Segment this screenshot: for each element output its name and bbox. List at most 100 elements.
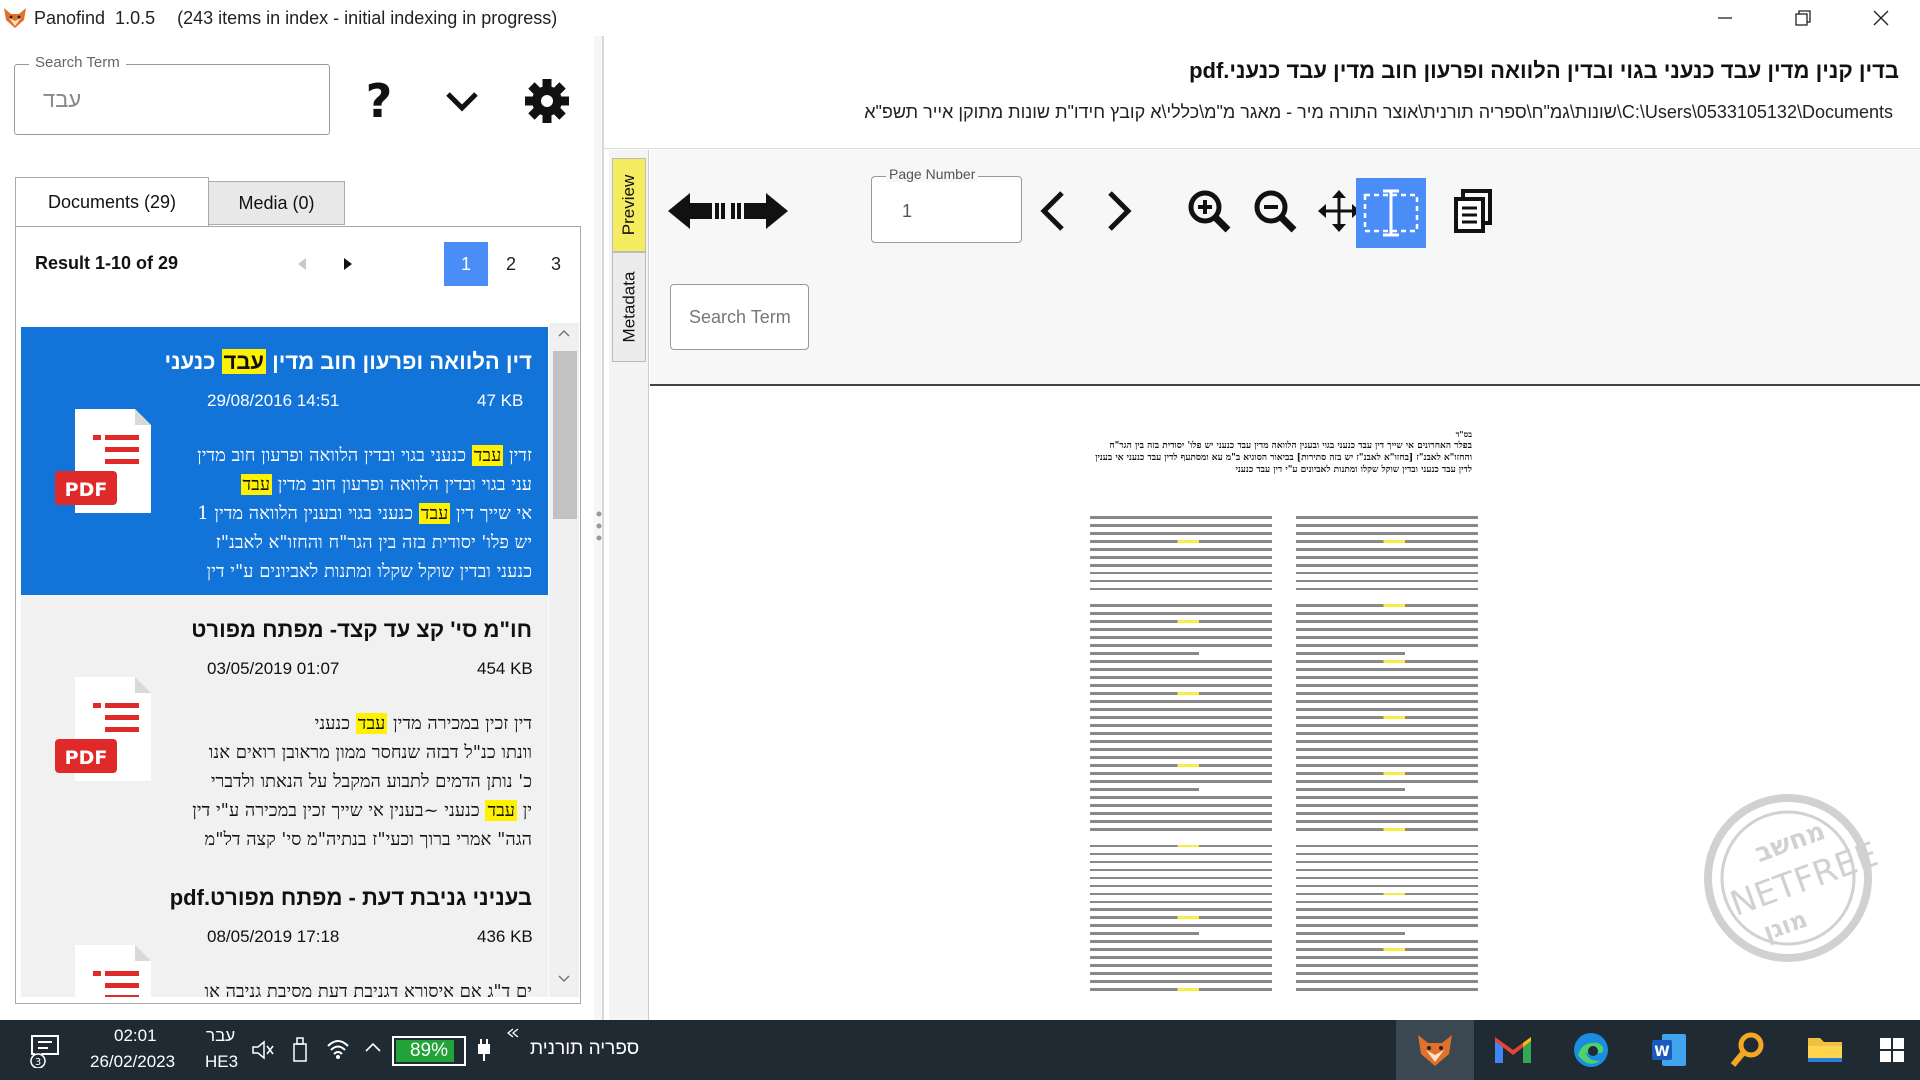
zoom-in-button[interactable] xyxy=(1184,188,1234,234)
preview-search-input[interactable]: Search Term xyxy=(670,284,809,350)
result-item[interactable]: דין הלוואה ופרעון חוב מדין עבד כנעני 29/… xyxy=(21,327,548,595)
page-number-input[interactable]: Page Number 1 xyxy=(871,166,1022,243)
tab-media[interactable]: Media (0) xyxy=(208,181,345,225)
pdf-text-line xyxy=(1296,523,1478,527)
pdf-text-line xyxy=(1296,988,1478,991)
language-code[interactable]: HE3 xyxy=(205,1052,238,1072)
page-button-2[interactable]: 2 xyxy=(489,242,533,286)
triangle-right-icon xyxy=(344,258,352,270)
pdf-text-line xyxy=(1090,980,1272,983)
result-title: בעניני גניבת דעת - מפתח מפורט.pdf xyxy=(169,885,532,910)
prev-page-button[interactable] xyxy=(297,257,307,276)
page-number-value: 1 xyxy=(902,201,913,221)
scroll-down-icon[interactable] xyxy=(558,975,570,983)
settings-button[interactable] xyxy=(522,76,572,126)
copy-button[interactable] xyxy=(1450,188,1496,234)
pdf-text-line xyxy=(1090,844,1272,848)
results-list: דין הלוואה ופרעון חוב מדין עבד כנעני 29/… xyxy=(21,327,548,997)
page-number-label: Page Number xyxy=(886,166,979,182)
pdf-text-line xyxy=(1296,636,1478,639)
results-scrollbar[interactable] xyxy=(549,323,579,997)
page-button-3[interactable]: 3 xyxy=(534,242,578,286)
pdf-text-line xyxy=(1296,676,1478,679)
pdf-text-line xyxy=(1296,924,1478,928)
next-page-button[interactable] xyxy=(343,257,353,276)
pdf-text-line xyxy=(1296,876,1478,880)
clock-date[interactable]: 26/02/2023 xyxy=(90,1052,175,1072)
close-button[interactable] xyxy=(1842,0,1920,36)
battery-indicator[interactable]: 89% xyxy=(392,1036,466,1066)
pdf-text-line xyxy=(1296,555,1478,559)
pdf-text-line xyxy=(1090,748,1272,751)
drag-handle-icon[interactable] xyxy=(596,508,602,548)
pdf-text-line xyxy=(1296,940,1478,944)
taskbar-app-panofind[interactable] xyxy=(1396,1020,1474,1080)
first-page-button[interactable] xyxy=(666,188,726,234)
chevron-up-icon[interactable] xyxy=(364,1040,382,1058)
notification-button[interactable]: 3 xyxy=(28,1032,62,1073)
pdf-text-line xyxy=(1090,780,1272,783)
pdf-text-line xyxy=(1090,660,1272,663)
volume-muted-icon[interactable] xyxy=(252,1040,274,1065)
title-bar: Panofind 1.0.5 (243 items in index - ini… xyxy=(0,0,1920,36)
wifi-icon[interactable] xyxy=(326,1038,350,1065)
clock-time[interactable]: 02:01 xyxy=(114,1026,157,1046)
zoom-out-icon xyxy=(1254,190,1297,233)
taskbar-app-gmail[interactable] xyxy=(1474,1020,1552,1080)
pdf-text-line xyxy=(1090,692,1272,695)
result-item[interactable]: בעניני גניבת דעת - מפתח מפורט.pdf 08/05/… xyxy=(21,863,548,997)
page-button-1[interactable]: 1 xyxy=(444,242,488,286)
pdf-text-line xyxy=(1296,796,1478,799)
pdf-text-line xyxy=(1296,579,1478,583)
pdf-text-line xyxy=(1090,539,1272,543)
minimize-button[interactable] xyxy=(1686,0,1764,36)
pdf-text-line xyxy=(1090,900,1272,904)
toolbar-label[interactable]: ספריה תורנית xyxy=(530,1038,639,1060)
taskbar-app-edge[interactable] xyxy=(1552,1020,1630,1080)
search-input[interactable]: Search Term עבד xyxy=(14,54,330,135)
pdf-text-line xyxy=(1296,531,1478,535)
pdf-text-line xyxy=(1090,820,1272,823)
start-button[interactable] xyxy=(1864,1020,1920,1080)
pdf-text-line xyxy=(1296,916,1478,920)
pdf-text-line xyxy=(1090,668,1272,671)
tab-documents[interactable]: Documents (29) xyxy=(15,177,209,227)
panofind-icon xyxy=(1418,1035,1452,1066)
restore-button[interactable] xyxy=(1764,0,1842,36)
pdf-text-line xyxy=(1296,860,1478,864)
pdf-text-line xyxy=(1090,756,1272,759)
language-name[interactable]: עבר xyxy=(206,1026,235,1046)
help-button[interactable]: ? xyxy=(354,76,404,126)
next-page-button[interactable] xyxy=(1096,188,1142,234)
scroll-up-icon[interactable] xyxy=(558,329,570,337)
result-item[interactable]: חו"מ סי' קצ עד קצד- מפתח מפורט 03/05/201… xyxy=(21,595,548,863)
expand-button[interactable] xyxy=(437,76,487,126)
pdf-text-line xyxy=(1090,804,1272,807)
panel-splitter[interactable] xyxy=(594,36,604,1020)
pdf-text-line xyxy=(1296,700,1478,703)
pdf-text-line xyxy=(1296,980,1478,983)
taskbar-app-word[interactable]: W xyxy=(1630,1020,1708,1080)
scroll-thumb[interactable] xyxy=(553,351,577,519)
taskbar-app-explorer[interactable] xyxy=(1786,1020,1864,1080)
zoom-out-button[interactable] xyxy=(1250,188,1300,234)
result-snippet: דין זכין במכירה מדין עבד כנעני וונתו כנ"… xyxy=(192,713,532,850)
last-page-button[interactable] xyxy=(730,188,790,234)
pdf-text-line xyxy=(1090,940,1272,944)
pdf-text-line xyxy=(1090,876,1272,880)
taskbar-app-search[interactable] xyxy=(1708,1020,1786,1080)
minimize-icon xyxy=(1718,17,1732,19)
pdf-text-line xyxy=(1090,587,1272,591)
pdf-text-line xyxy=(1296,780,1478,783)
pdf-text-line xyxy=(1296,587,1478,591)
text-select-button[interactable] xyxy=(1356,178,1426,248)
tab-preview[interactable]: Preview xyxy=(612,158,646,252)
pdf-text-line xyxy=(1296,539,1478,543)
usb-drive-icon[interactable] xyxy=(292,1036,308,1067)
tab-metadata[interactable]: Metadata xyxy=(612,252,646,362)
pdf-text-line xyxy=(1090,908,1272,912)
toolbar-expand-icon[interactable] xyxy=(506,1026,520,1044)
windows-icon xyxy=(1880,1038,1904,1062)
restore-icon xyxy=(1795,10,1811,26)
prev-page-button[interactable] xyxy=(1030,188,1076,234)
